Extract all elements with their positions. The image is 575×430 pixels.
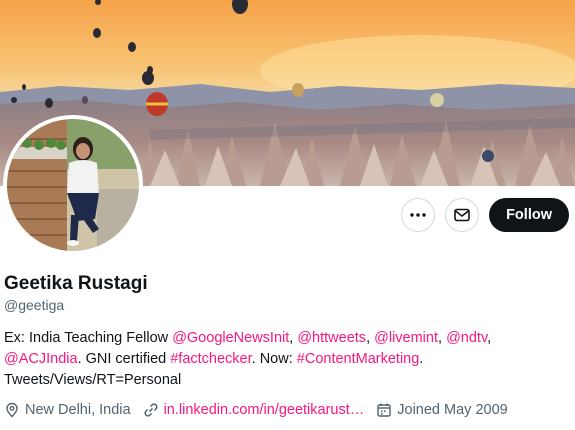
bio-text: . GNI certified [77,351,171,367]
bio-text: , [487,330,492,346]
link-icon [144,403,158,417]
bio-text: , [366,330,375,346]
website-link[interactable]: in.linkedin.com/in/geetikarust… [164,402,365,418]
joined-item: Joined May 2009 [376,402,508,418]
mention-link[interactable]: @livemint [374,330,438,346]
avatar[interactable] [7,119,139,251]
profile-handle: @geetiga [4,297,65,313]
envelope-icon [454,208,470,222]
mention-link[interactable]: @httweets [297,330,366,346]
calendar-icon [377,403,391,417]
more-button[interactable] [401,198,436,232]
location-pin-icon [6,402,18,418]
hashtag-link[interactable]: #ContentMarketing [297,351,420,367]
avatar-photo [7,119,139,251]
hashtag-link[interactable]: #factchecker [170,351,251,367]
bio-text: . Now: [251,351,297,367]
website-item[interactable]: in.linkedin.com/in/geetikarust… [143,402,365,418]
profile-meta: New Delhi, India in.linkedin.com/in/geet… [4,402,520,418]
location-item: New Delhi, India [4,402,131,418]
mention-link[interactable]: @ACJIndia [4,351,78,367]
more-horizontal-icon [410,213,426,217]
bio-text: , [438,330,447,346]
profile-bio: Ex: India Teaching Fellow @GoogleNewsIni… [4,328,566,391]
mention-link[interactable]: @GoogleNewsInit [172,330,289,346]
message-button[interactable] [445,198,480,232]
mention-link[interactable]: @ndtv [446,330,487,346]
follow-button[interactable]: Follow [489,198,569,232]
joined-text: Joined May 2009 [397,402,508,418]
bio-text: Ex: India Teaching Fellow [4,330,173,346]
location-text: New Delhi, India [25,402,131,418]
profile-actions: Follow [401,198,569,232]
profile-name: Geetika Rustagi [4,273,148,294]
